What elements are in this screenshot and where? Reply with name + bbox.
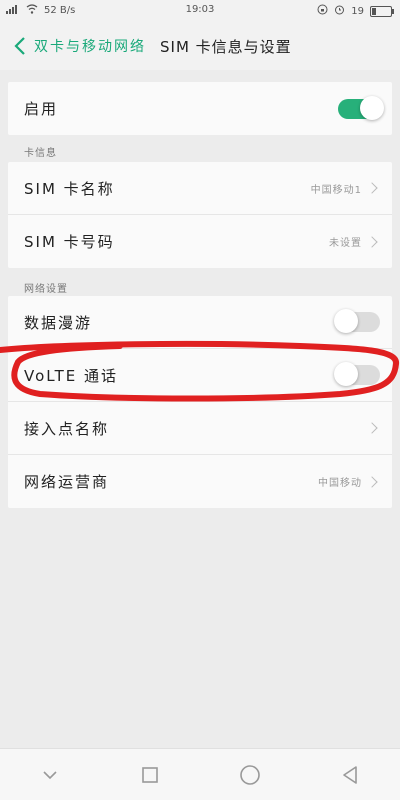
toggle-knob [360,95,384,120]
battery-icon [370,5,394,17]
volte-right [334,349,380,401]
chevron-down-icon[interactable] [30,755,70,795]
volte-label: VoLTE 通话 [24,366,118,385]
alarm-icon [334,4,345,18]
enable-row[interactable]: 启用 [8,82,392,135]
card-info-card: SIM 卡名称 中国移动1 SIM 卡号码 未设置 [8,162,392,268]
volte-toggle[interactable] [334,362,380,386]
chevron-right-icon [366,235,378,248]
enable-card: 启用 [8,82,392,135]
enable-right [338,82,384,135]
square-recents-icon[interactable] [130,755,170,795]
chevron-left-icon[interactable] [8,31,32,61]
network-section-label: 网络设置 [24,284,68,295]
header: 双卡与移动网络 SIM 卡信息与设置 [0,22,400,70]
apn-right [366,402,380,454]
roaming-label: 数据漫游 [24,313,93,332]
sim-settings-screen: 52 B/s 19:03 19 双卡与移动网络 SIM 卡信息与设置 启用 卡信… [0,0,400,800]
back-link[interactable]: 双卡与移动网络 [34,36,146,56]
battery-percent: 19 [351,5,364,17]
roaming-toggle[interactable] [334,309,380,333]
enable-label: 启用 [24,100,59,118]
chevron-right-icon [366,422,378,434]
triangle-back-icon[interactable] [330,755,370,795]
volte-row[interactable]: VoLTE 通话 [8,349,392,402]
status-bar: 52 B/s 19:03 19 [0,0,400,22]
roaming-right [334,296,380,348]
apn-row[interactable]: 接入点名称 [8,402,392,455]
sim-number-label: SIM 卡号码 [24,233,115,251]
card-info-section-label: 卡信息 [24,148,57,159]
sim-number-row[interactable]: SIM 卡号码 未设置 [8,215,392,268]
enable-toggle[interactable] [338,95,384,120]
operator-value: 中国移动 [318,478,362,489]
operator-right: 中国移动 [318,455,380,508]
operator-row[interactable]: 网络运营商 中国移动 [8,455,392,508]
navigation-bar [0,748,400,800]
apn-label: 接入点名称 [24,419,110,438]
network-card: 数据漫游 VoLTE 通话 接入点名称 网络运营商 中国移动 [8,296,392,508]
roaming-row[interactable]: 数据漫游 [8,296,392,349]
sim-name-right: 中国移动1 [311,162,380,214]
status-right: 19 [317,4,394,18]
operator-label: 网络运营商 [24,473,110,491]
circle-home-icon[interactable] [230,755,270,795]
chevron-right-icon [366,182,378,194]
sim-name-value: 中国移动1 [310,184,362,196]
sim-number-right: 未设置 [329,215,380,268]
toggle-knob [334,309,358,333]
sim-name-label: SIM 卡名称 [24,179,115,198]
sim-name-row[interactable]: SIM 卡名称 中国移动1 [8,162,392,215]
page-title: SIM 卡信息与设置 [160,37,292,56]
sim-number-value: 未设置 [329,238,362,249]
lock-rotation-icon [317,4,328,18]
chevron-right-icon [366,475,378,488]
toggle-knob [334,362,358,386]
